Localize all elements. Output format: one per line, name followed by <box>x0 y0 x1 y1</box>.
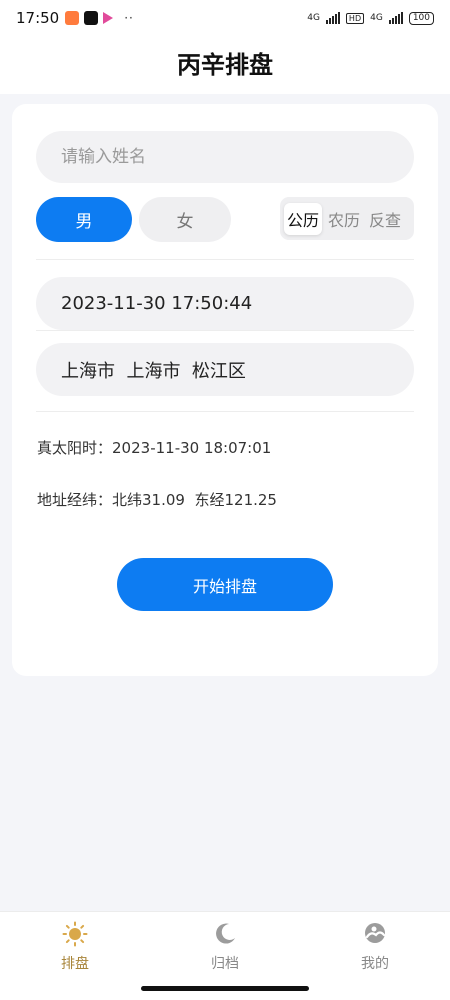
battery-icon: 100 <box>408 11 434 25</box>
shopping-app-icon <box>65 11 80 25</box>
coordinates-value: 北纬31.09 东经121.25 <box>112 491 277 509</box>
divider <box>36 259 414 260</box>
header: 丙辛排盘 <box>0 36 450 94</box>
tab-archive[interactable]: 归档 <box>150 912 300 982</box>
true-solar-time-value: 2023-11-30 18:07:01 <box>112 439 272 457</box>
tab-label: 我的 <box>361 956 389 972</box>
tab-mine[interactable]: 我的 <box>300 912 450 982</box>
tab-label: 归档 <box>211 956 239 972</box>
home-indicator[interactable] <box>141 986 309 991</box>
sun-icon <box>62 921 88 947</box>
divider <box>36 411 414 412</box>
calendar-option-solar[interactable]: 公历 <box>284 202 323 235</box>
status-app-icons: ·· <box>65 11 134 25</box>
status-bar: 17:50 ·· 4G HD 4G 100 <box>0 0 450 36</box>
page-title: 丙辛排盘 <box>177 51 273 79</box>
name-input[interactable] <box>36 131 414 183</box>
true-solar-time: 真太阳时：2023-11-30 18:07:01 <box>37 437 271 458</box>
gender-male-button[interactable]: 男 <box>36 197 132 242</box>
coordinates: 地址经纬：北纬31.09 东经121.25 <box>37 489 277 510</box>
start-button[interactable]: 开始排盘 <box>117 558 333 611</box>
more-notifications-icon: ·· <box>124 11 134 25</box>
signal-icon-2 <box>388 12 403 24</box>
tiktok-app-icon <box>84 11 99 25</box>
status-time: 17:50 <box>16 9 60 27</box>
calendar-option-reverse[interactable]: 反查 <box>366 203 404 235</box>
hd-badge: HD <box>345 12 365 24</box>
location-value: 上海市 上海市 松江区 <box>61 360 246 382</box>
location-field[interactable]: 上海市 上海市 松江区 <box>36 343 414 396</box>
calendar-option-lunar[interactable]: 农历 <box>325 203 363 235</box>
true-solar-time-label: 真太阳时： <box>37 439 113 457</box>
form-card: 男 女 公历 农历 反查 2023-11-30 17:50:44 上海市 上海市… <box>12 104 438 676</box>
status-indicators: 4G HD 4G 100 <box>307 11 434 25</box>
tab-label: 排盘 <box>61 956 89 972</box>
gender-female-button[interactable]: 女 <box>139 197 231 242</box>
network-type-2: 4G <box>370 13 383 23</box>
signal-icon <box>325 12 340 24</box>
network-type-1: 4G <box>307 13 320 23</box>
moon-icon <box>216 923 235 944</box>
calendar-type-toggle: 公历 农历 反查 <box>280 197 414 240</box>
cloud-icon <box>365 923 386 943</box>
play-app-icon <box>103 12 114 24</box>
tab-paipan[interactable]: 排盘 <box>0 912 150 982</box>
datetime-field[interactable]: 2023-11-30 17:50:44 <box>36 277 414 330</box>
coordinates-label: 地址经纬： <box>37 491 113 509</box>
divider <box>36 330 414 331</box>
